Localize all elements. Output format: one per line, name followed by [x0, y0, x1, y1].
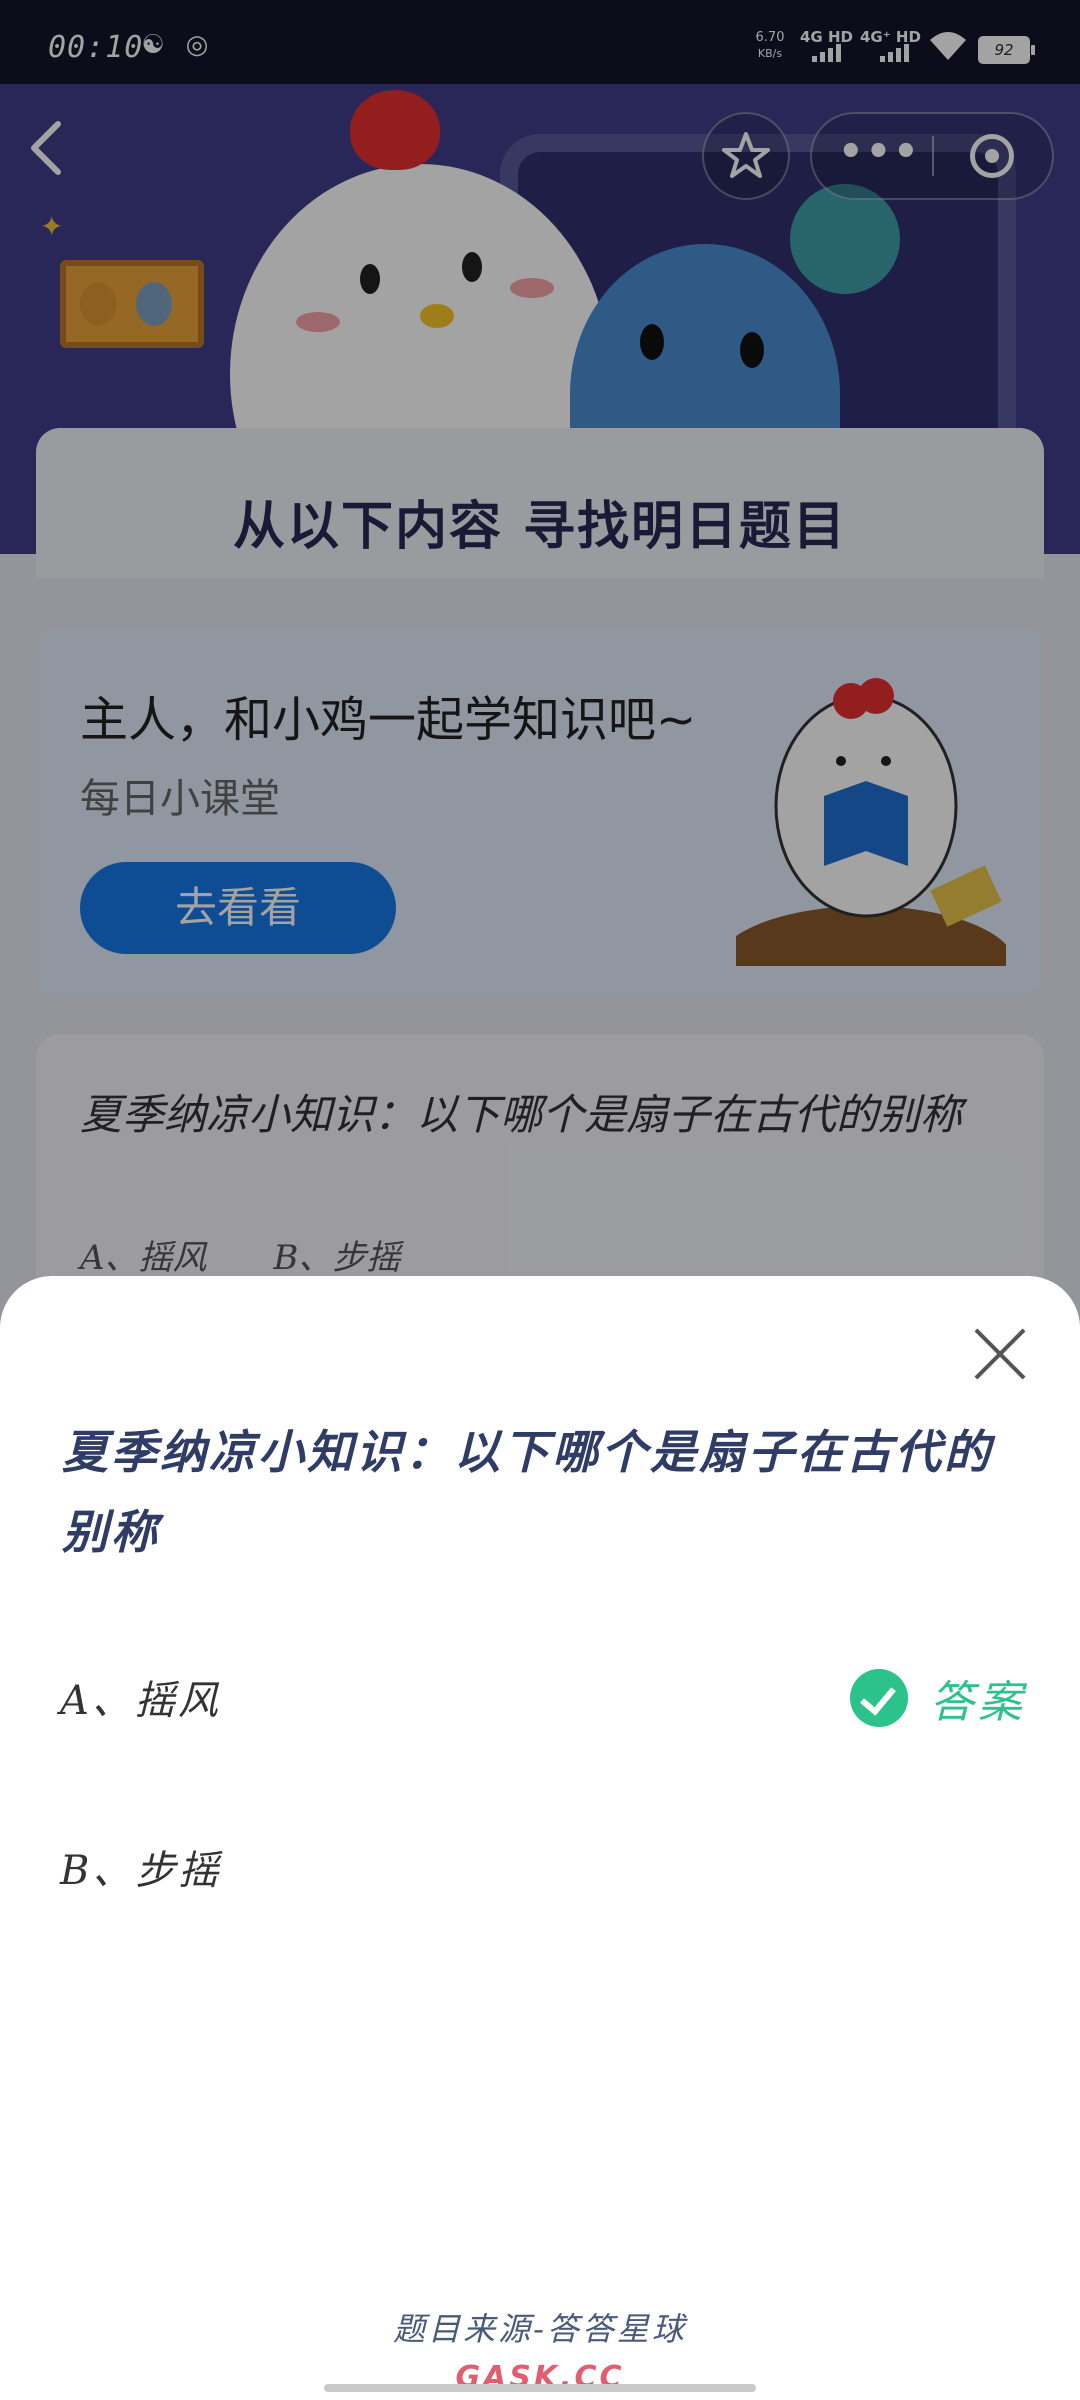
app-screen: 00:10 ☯ ◎ 6.70 KB/s 4G HD 4G⁺ HD 92 ✦ ••…	[0, 0, 1080, 2400]
question-source: 题目来源-答答星球	[393, 2310, 687, 2348]
answer-badge: 答案	[850, 1666, 1026, 1730]
check-circle-icon	[850, 1669, 908, 1727]
sheet-option-a: A、摇风	[60, 1678, 221, 1724]
answer-sheet: 夏季纳凉小知识：以下哪个是扇子在古代的别称 A、摇风 答案 B、步摇 题目来源-…	[0, 1276, 1080, 2400]
home-indicator[interactable]	[324, 2384, 756, 2392]
close-icon[interactable]	[972, 1326, 1028, 1382]
sheet-question: 夏季纳凉小知识：以下哪个是扇子在古代的别称	[62, 1425, 993, 1559]
answer-label: 答案	[930, 1677, 1026, 1728]
sheet-option-b: B、步摇	[60, 1848, 222, 1894]
